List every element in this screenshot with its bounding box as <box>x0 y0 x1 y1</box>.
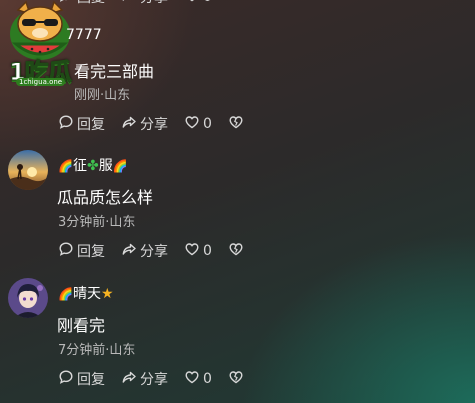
share-label: 分享 <box>140 117 168 133</box>
dislike-button[interactable] <box>228 369 244 389</box>
top-share-button[interactable]: 分享 <box>121 0 168 7</box>
comment-actions: 回复 分享 0 <box>58 369 260 389</box>
comment-icon <box>58 241 77 261</box>
site-logo: 1吃瓜 1chigua.one <box>2 0 78 90</box>
reply-label: 回复 <box>77 372 105 388</box>
share-label: 分享 <box>140 244 168 260</box>
comment-text: 刚看完 <box>57 316 106 335</box>
sunset-avatar-icon <box>8 150 48 190</box>
share-label: 分享 <box>140 372 168 388</box>
comment-meta: 3分钟前·山东 <box>58 215 136 230</box>
like-button[interactable]: 0 <box>184 241 212 261</box>
share-icon <box>121 241 140 261</box>
reply-button[interactable]: 回复 <box>58 241 105 261</box>
share-icon <box>121 369 140 389</box>
heart-icon <box>184 369 203 389</box>
dislike-button[interactable] <box>228 114 244 134</box>
comment-username[interactable]: 🌈晴天★ <box>58 283 114 303</box>
rainbow-icon: 🌈 <box>58 287 73 301</box>
comment-icon <box>58 369 77 389</box>
star-icon: ★ <box>100 286 114 302</box>
comment-username[interactable]: 7777 <box>66 27 102 43</box>
comment-meta: 刚刚·山东 <box>74 88 131 103</box>
share-button[interactable]: 分享 <box>121 241 168 261</box>
like-button[interactable]: 0 <box>184 369 212 389</box>
comment-actions: 回复 分享 0 <box>58 241 260 261</box>
top-reply-label: 回复 <box>77 0 105 7</box>
clover-icon: ✤ <box>86 158 99 174</box>
like-count: 0 <box>203 371 212 387</box>
comment-text: 看完三部曲 <box>74 62 155 81</box>
share-icon <box>121 0 140 7</box>
top-like-count: 0 <box>203 0 212 5</box>
comment-meta: 7分钟前·山东 <box>58 343 136 358</box>
top-action-row: 回复 分享 0 <box>58 0 228 7</box>
top-like-button[interactable]: 0 <box>184 0 212 7</box>
avatar[interactable] <box>8 150 48 190</box>
rainbow-icon: 🌈 <box>112 159 128 173</box>
heart-icon <box>184 0 203 7</box>
heart-icon <box>184 114 203 134</box>
broken-heart-icon <box>228 114 244 134</box>
dislike-button[interactable] <box>228 241 244 261</box>
avatar[interactable] <box>8 278 48 318</box>
comment-actions: 回复 分享 0 <box>58 114 260 134</box>
top-share-label: 分享 <box>140 0 168 7</box>
reply-label: 回复 <box>77 244 105 260</box>
comment-username[interactable]: 🌈征✤服🌈 <box>58 155 128 175</box>
rainbow-icon: 🌈 <box>58 159 73 173</box>
share-button[interactable]: 分享 <box>121 114 168 134</box>
like-count: 0 <box>203 116 212 132</box>
broken-heart-icon <box>228 369 244 389</box>
reply-button[interactable]: 回复 <box>58 369 105 389</box>
reply-label: 回复 <box>77 117 105 133</box>
reply-button[interactable]: 回复 <box>58 114 105 134</box>
share-icon <box>121 114 140 134</box>
username-part: 服 <box>98 158 113 174</box>
share-button[interactable]: 分享 <box>121 369 168 389</box>
username-part: 征 <box>72 158 87 174</box>
comment-text: 瓜品质怎么样 <box>57 188 154 207</box>
username-part: 晴天 <box>72 286 101 302</box>
heart-icon <box>184 241 203 261</box>
like-button[interactable]: 0 <box>184 114 212 134</box>
broken-heart-icon <box>228 241 244 261</box>
comment-icon <box>58 114 77 134</box>
anime-avatar-icon <box>8 278 48 318</box>
logo-url: 1chigua.one <box>16 78 66 86</box>
like-count: 0 <box>203 243 212 259</box>
